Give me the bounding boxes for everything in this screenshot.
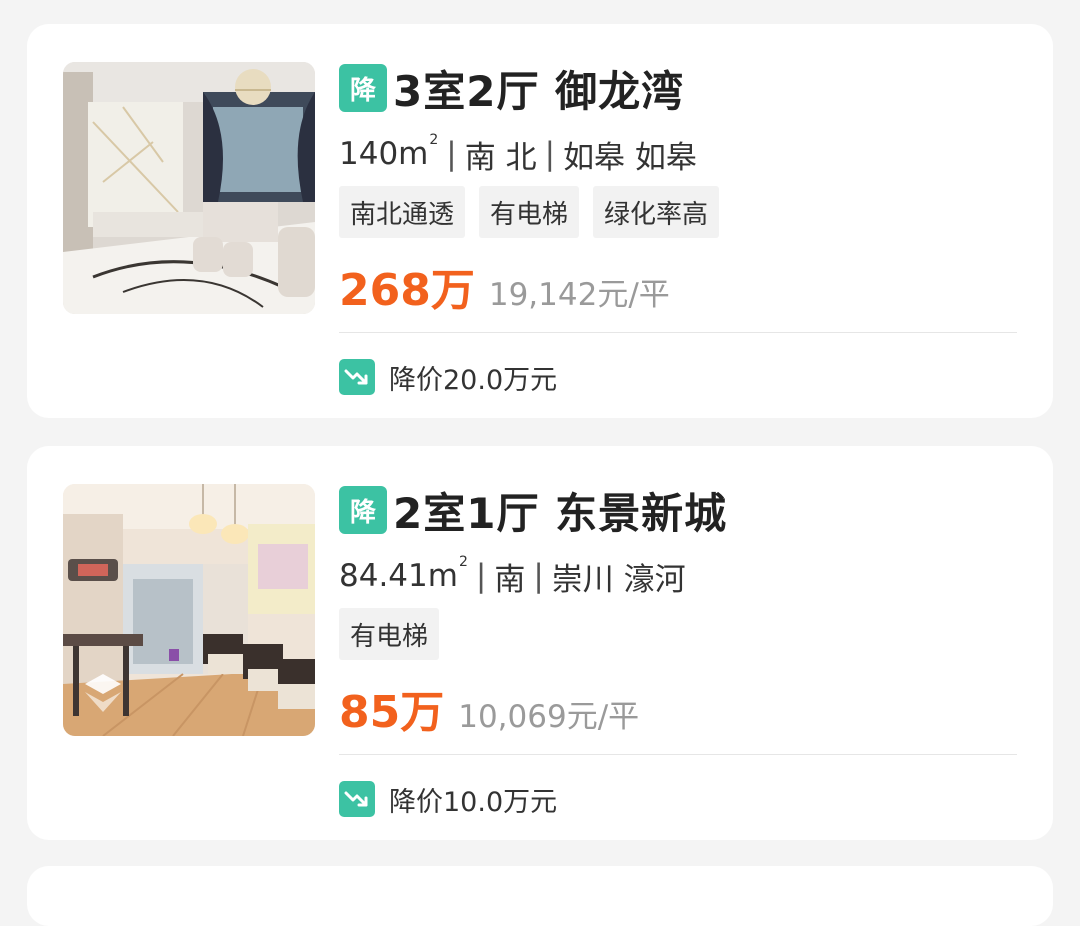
trend-down-icon [339,359,375,395]
orientation: 南 [494,561,526,598]
listing-photo[interactable] [63,62,315,314]
dining-room-photo [63,484,315,736]
price-drop-text: 降价10.0万元 [389,786,558,818]
total-price: 85万 [339,687,445,738]
price-drop-badge: 降 [339,64,387,112]
price-drop-row: 降价20.0万元 [339,358,557,396]
title-row: 降 2室1厅 东景新城 [339,484,1017,538]
divider [339,754,1017,755]
tags-row: 南北通透 有电梯 绿化率高 [339,186,1017,238]
listing-title[interactable]: 3室2厅 御龙湾 [393,58,684,119]
listing-card[interactable]: 降 3室2厅 御龙湾 140m2 | 南 北 | 如皋 如皋 南北通透 有电梯 … [27,24,1053,418]
listing-photo[interactable] [63,484,315,736]
title-row: 降 3室2厅 御龙湾 [339,62,1017,116]
price-row: 85万 10,069元/平 [339,676,1017,738]
area-superscript: 2 [458,554,468,570]
feature-tag: 南北通透 [339,186,466,238]
district: 如皋 如皋 [563,139,697,176]
meta-separator: | [533,558,544,594]
price-row: 268万 19,142元/平 [339,254,1017,316]
total-price: 268万 [339,265,475,316]
divider [339,332,1017,333]
trend-down-icon [339,781,375,817]
price-drop-badge: 降 [339,486,387,534]
feature-tag: 有电梯 [479,186,580,238]
listing-title[interactable]: 2室1厅 东景新城 [393,480,727,541]
area-value: 84.41m2 [339,554,468,594]
living-room-photo [63,62,315,314]
meta-separator: | [544,136,556,172]
area-superscript: 2 [429,132,439,148]
listing-card[interactable]: 降 2室1厅 东景新城 84.41m2 | 南 | 崇川 濠河 有电梯 85万 … [27,446,1053,840]
area-value: 140m2 [339,132,439,172]
tags-row: 有电梯 [339,608,1017,660]
unit-price: 19,142元/平 [488,277,670,313]
meta-separator: | [446,136,457,172]
orientation: 南 北 [464,139,537,176]
district: 崇川 濠河 [551,561,686,598]
meta-separator: | [475,558,487,594]
price-drop-text: 降价20.0万元 [389,364,558,396]
listing-meta: 84.41m2 | 南 | 崇川 濠河 [339,554,1017,598]
feature-tag: 绿化率高 [593,186,720,238]
unit-price: 10,069元/平 [458,699,640,735]
listing-meta: 140m2 | 南 北 | 如皋 如皋 [339,132,1017,176]
feature-tag: 有电梯 [339,608,440,660]
listing-card[interactable] [27,866,1053,926]
price-drop-row: 降价10.0万元 [339,780,557,818]
